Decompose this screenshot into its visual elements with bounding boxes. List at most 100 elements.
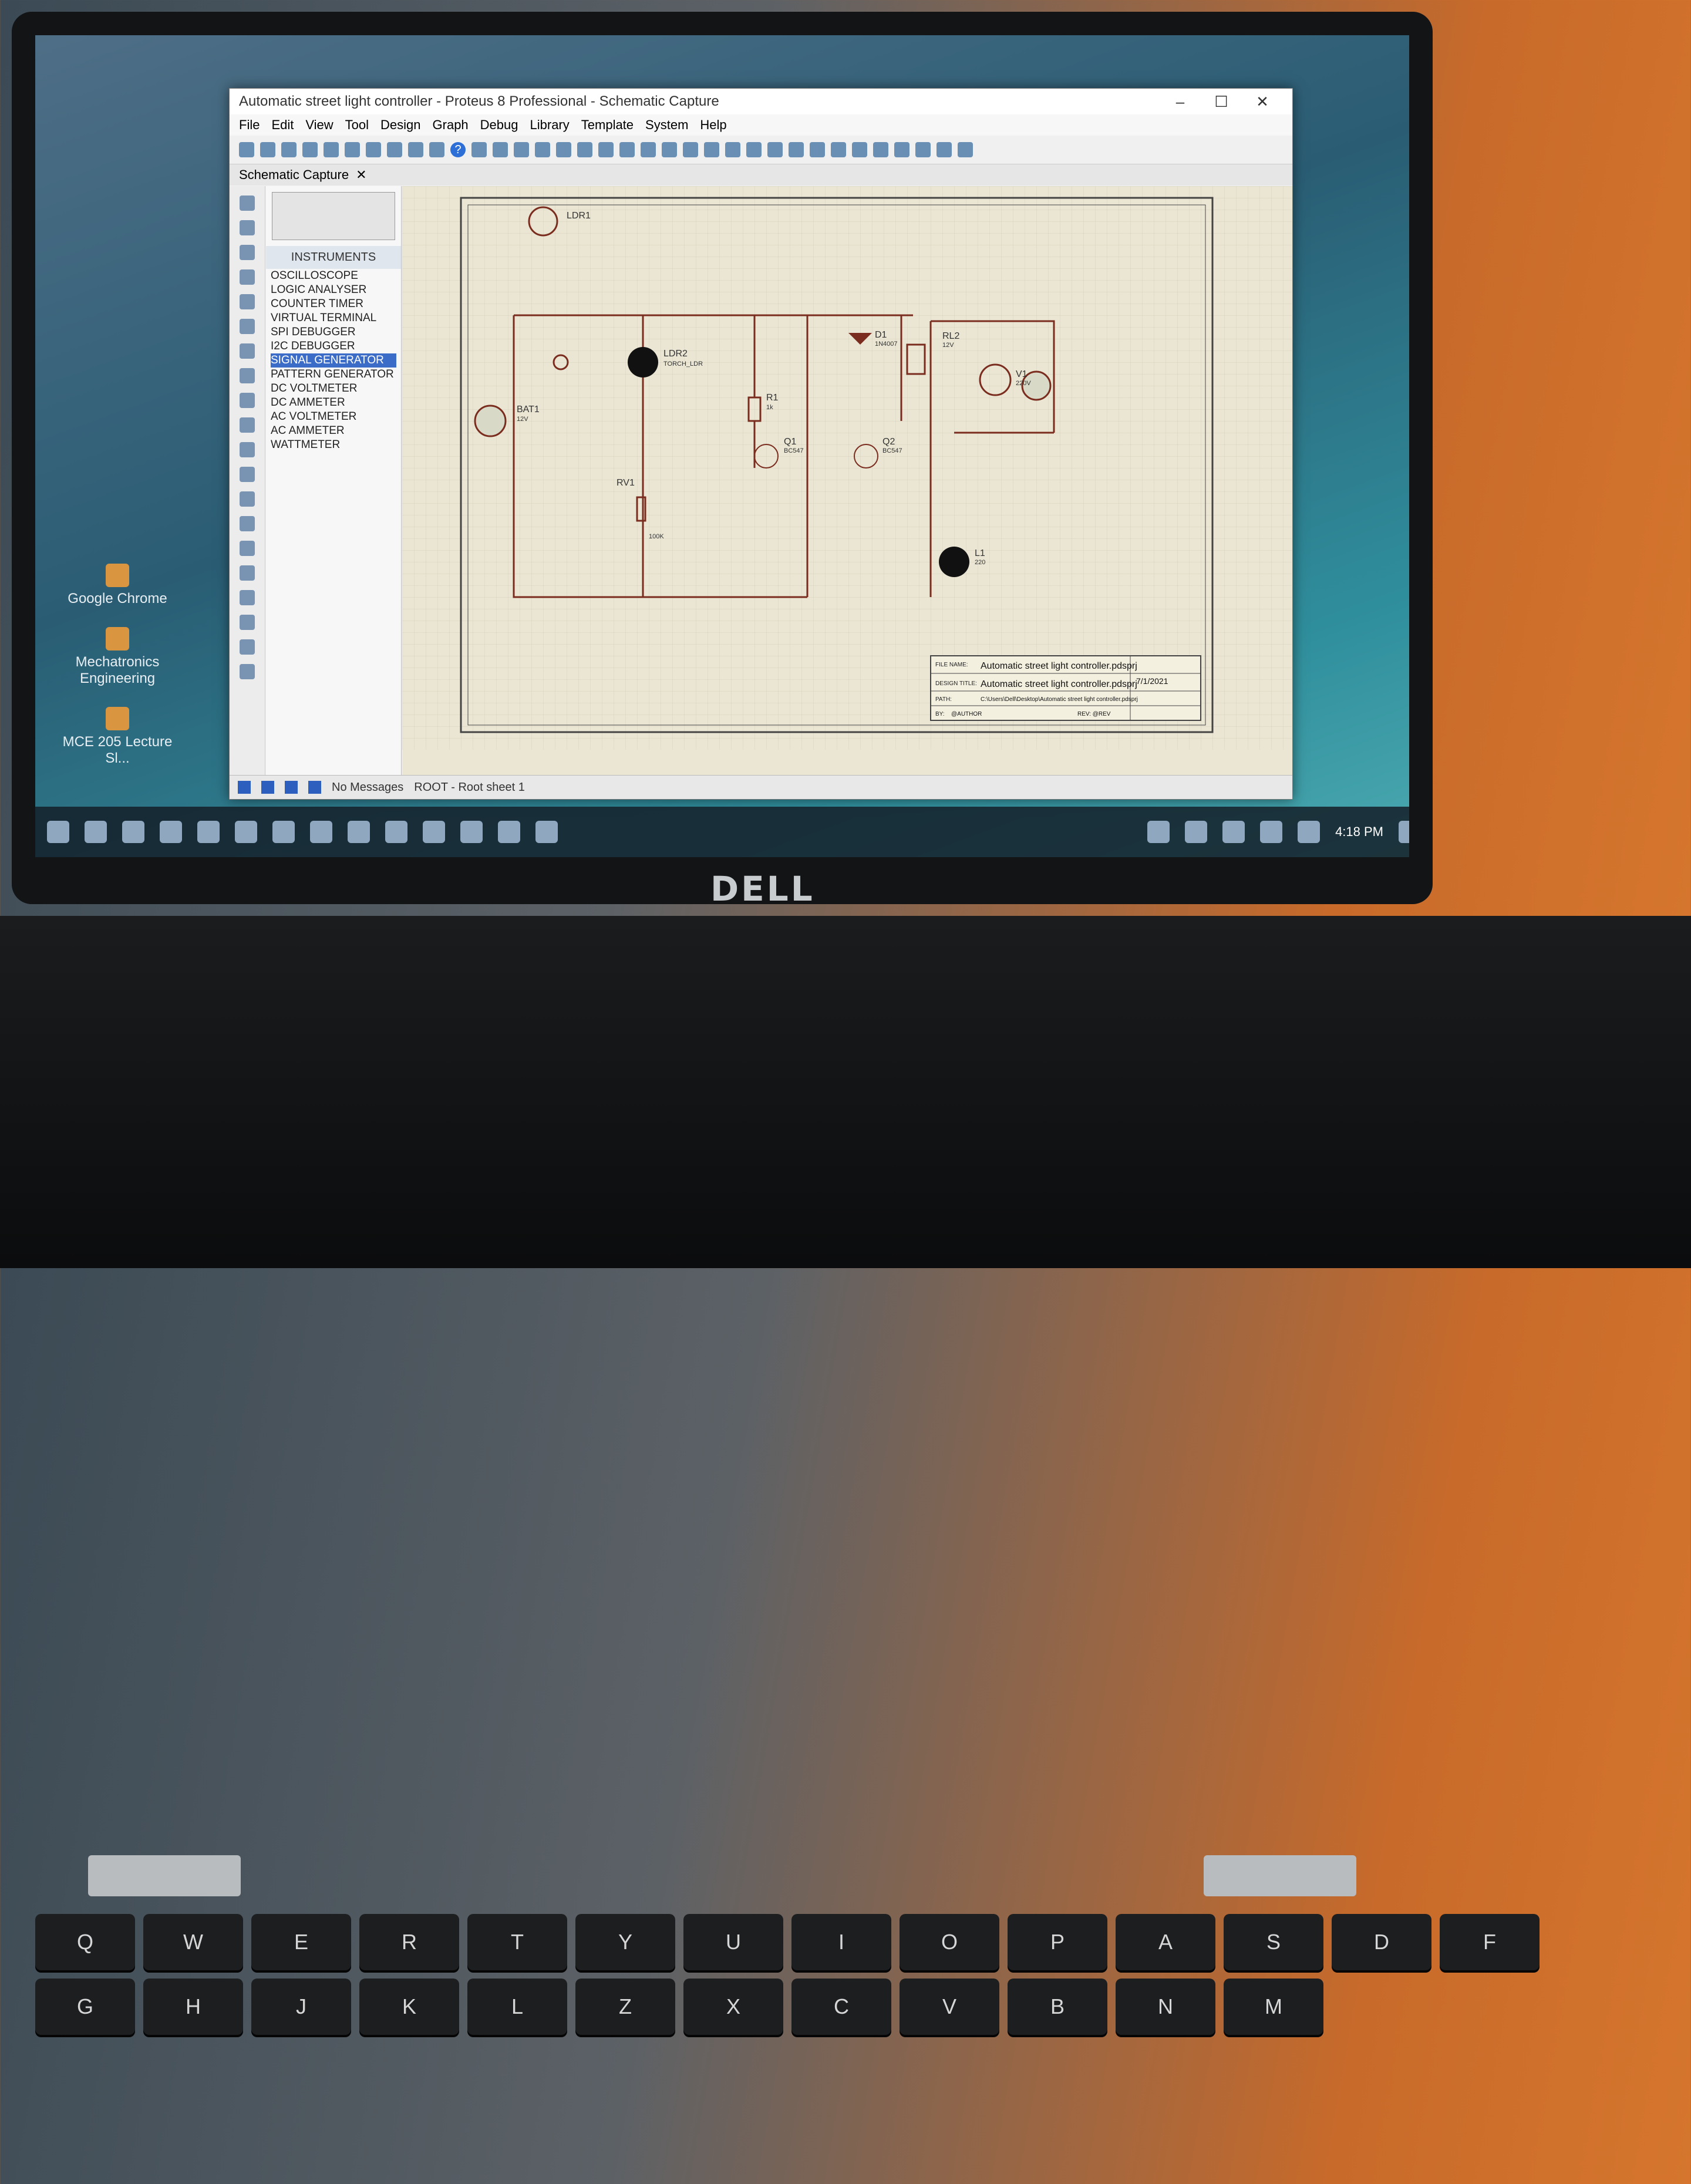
discord-icon[interactable] (385, 821, 407, 843)
menu-help[interactable]: Help (700, 117, 726, 133)
calculator-icon[interactable] (460, 821, 483, 843)
tab-close-icon[interactable]: ✕ (356, 167, 366, 183)
circle-icon[interactable] (240, 590, 255, 605)
pan-icon[interactable] (535, 142, 550, 157)
desktop-icon-mce205[interactable]: MCE 205 Lecture Sl... (59, 707, 176, 767)
key-j[interactable]: J (251, 1979, 351, 2035)
key-o[interactable]: O (900, 1914, 999, 1970)
key-p[interactable]: P (1008, 1914, 1107, 1970)
bus-icon[interactable] (240, 319, 255, 334)
origin-icon[interactable] (514, 142, 529, 157)
key-k[interactable]: K (359, 1979, 459, 2035)
tab-schematic-capture[interactable]: Schematic Capture ✕ (239, 167, 367, 183)
list-item[interactable]: DC AMMETER (271, 396, 396, 410)
new-icon[interactable] (239, 142, 254, 157)
key-g[interactable]: G (35, 1979, 135, 2035)
key-f[interactable]: F (1440, 1914, 1540, 1970)
arc-icon[interactable] (240, 615, 255, 630)
whatsapp-icon[interactable] (348, 821, 370, 843)
menu-design[interactable]: Design (380, 117, 420, 133)
list-item[interactable]: SPI DEBUGGER (271, 325, 396, 339)
list-item[interactable]: I2C DEBUGGER (271, 339, 396, 353)
selection-mode-icon[interactable] (240, 196, 255, 211)
list-item[interactable]: COUNTER TIMER (271, 297, 396, 311)
key-t[interactable]: T (467, 1914, 567, 1970)
paste-icon[interactable] (725, 142, 740, 157)
key-u[interactable]: U (683, 1914, 783, 1970)
messages-status[interactable]: No Messages (332, 781, 403, 794)
key-y[interactable]: Y (575, 1914, 675, 1970)
key-a[interactable]: A (1116, 1914, 1215, 1970)
copy-icon[interactable] (704, 142, 719, 157)
step-icon[interactable] (261, 781, 274, 794)
task-view-icon[interactable] (122, 821, 144, 843)
key-n[interactable]: N (1116, 1979, 1215, 2035)
zoom-in-icon[interactable] (556, 142, 571, 157)
bluetooth-icon[interactable] (1185, 821, 1208, 843)
block-move-icon[interactable] (767, 142, 783, 157)
key-h[interactable]: H (143, 1979, 243, 2035)
bom-icon[interactable] (429, 142, 444, 157)
search-icon[interactable] (894, 142, 909, 157)
list-item[interactable]: AC VOLTMETER (271, 410, 396, 424)
pin-icon[interactable] (240, 393, 255, 408)
key-b[interactable]: B (1008, 1979, 1107, 2035)
netlist-icon[interactable] (937, 142, 952, 157)
key-m[interactable]: M (1224, 1979, 1323, 2035)
start-icon[interactable] (47, 821, 69, 843)
key-i[interactable]: I (791, 1914, 891, 1970)
menu-tool[interactable]: Tool (345, 117, 369, 133)
close-button[interactable]: ✕ (1242, 93, 1283, 111)
import-icon[interactable] (302, 142, 318, 157)
desktop-icon-mechatronics[interactable]: Mechatronics Engineering (59, 627, 176, 687)
property-icon[interactable] (915, 142, 931, 157)
menu-system[interactable]: System (645, 117, 688, 133)
pcb-icon[interactable] (387, 142, 402, 157)
terminal-icon[interactable] (240, 368, 255, 383)
text-script-icon[interactable] (240, 294, 255, 309)
chrome-icon[interactable] (310, 821, 332, 843)
redo-icon[interactable] (662, 142, 677, 157)
menu-debug[interactable]: Debug (480, 117, 518, 133)
battery-icon[interactable] (1222, 821, 1245, 843)
menu-template[interactable]: Template (581, 117, 634, 133)
list-item[interactable]: DC VOLTMETER (271, 382, 396, 396)
grid-icon[interactable] (493, 142, 508, 157)
key-x[interactable]: X (683, 1979, 783, 2035)
menu-view[interactable]: View (305, 117, 333, 133)
block-rotate-icon[interactable] (789, 142, 804, 157)
minimize-button[interactable]: – (1160, 93, 1201, 111)
zoom-all-icon[interactable] (598, 142, 614, 157)
list-item[interactable]: VIRTUAL TERMINAL (271, 311, 396, 325)
key-c[interactable]: C (791, 1979, 891, 2035)
list-item[interactable]: AC AMMETER (271, 424, 396, 438)
cut-icon[interactable] (683, 142, 698, 157)
instrument-icon[interactable] (240, 516, 255, 531)
menu-edit[interactable]: Edit (271, 117, 294, 133)
menu-file[interactable]: File (239, 117, 260, 133)
tray-chevron-icon[interactable] (1147, 821, 1170, 843)
wire-autorouter-icon[interactable] (873, 142, 888, 157)
notification-icon[interactable] (1399, 821, 1409, 843)
photos-icon[interactable] (498, 821, 520, 843)
list-item[interactable]: OSCILLOSCOPE (271, 269, 396, 283)
l1-lamp[interactable] (939, 547, 969, 577)
gerber-icon[interactable] (408, 142, 423, 157)
file-explorer-icon[interactable] (197, 821, 220, 843)
open-icon[interactable] (260, 142, 275, 157)
key-w[interactable]: W (143, 1914, 243, 1970)
key-r[interactable]: R (359, 1914, 459, 1970)
stop-icon[interactable] (308, 781, 321, 794)
subcircuit-icon[interactable] (240, 343, 255, 359)
pick-device-icon[interactable] (831, 142, 846, 157)
edge-icon[interactable] (160, 821, 182, 843)
probe-icon[interactable] (240, 491, 255, 507)
tree-icon[interactable] (345, 142, 360, 157)
volume-icon[interactable] (1298, 821, 1321, 843)
target-icon[interactable] (366, 142, 381, 157)
junction-icon[interactable] (240, 245, 255, 260)
key-z[interactable]: Z (575, 1979, 675, 2035)
store-icon[interactable] (235, 821, 257, 843)
overview-preview[interactable] (272, 192, 395, 240)
maximize-button[interactable]: ☐ (1201, 93, 1242, 111)
